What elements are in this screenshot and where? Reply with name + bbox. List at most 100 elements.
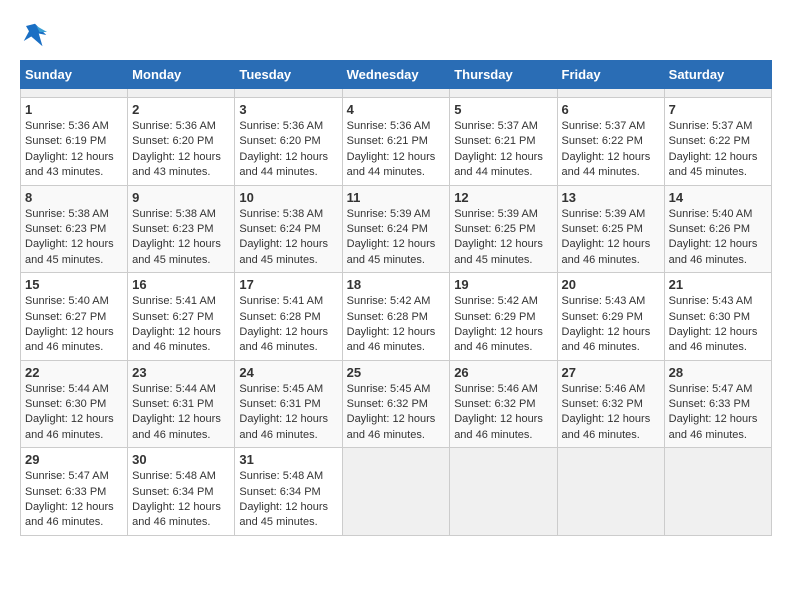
calendar-cell: 11 Sunrise: 5:39 AM Sunset: 6:24 PM Dayl…: [342, 185, 450, 273]
day-number: 31: [239, 452, 337, 467]
day-info: Sunrise: 5:38 AM Sunset: 6:23 PM Dayligh…: [25, 207, 123, 269]
day-info: Sunrise: 5:39 AM Sunset: 6:25 PM Dayligh…: [562, 207, 660, 269]
weekday-header-sunday: Sunday: [21, 61, 128, 89]
calendar-cell: 22 Sunrise: 5:44 AM Sunset: 6:30 PM Dayl…: [21, 360, 128, 448]
calendar-cell: [235, 89, 342, 98]
day-info: Sunrise: 5:41 AM Sunset: 6:27 PM Dayligh…: [132, 294, 230, 356]
weekday-header-monday: Monday: [128, 61, 235, 89]
day-info: Sunrise: 5:37 AM Sunset: 6:22 PM Dayligh…: [562, 119, 660, 181]
weekday-header-friday: Friday: [557, 61, 664, 89]
calendar-cell: 28 Sunrise: 5:47 AM Sunset: 6:33 PM Dayl…: [664, 360, 771, 448]
day-info: Sunrise: 5:42 AM Sunset: 6:28 PM Dayligh…: [347, 294, 446, 356]
calendar-week-5: 22 Sunrise: 5:44 AM Sunset: 6:30 PM Dayl…: [21, 360, 772, 448]
calendar-cell: 25 Sunrise: 5:45 AM Sunset: 6:32 PM Dayl…: [342, 360, 450, 448]
day-number: 5: [454, 102, 552, 117]
day-number: 27: [562, 365, 660, 380]
day-number: 30: [132, 452, 230, 467]
day-number: 6: [562, 102, 660, 117]
day-info: Sunrise: 5:39 AM Sunset: 6:24 PM Dayligh…: [347, 207, 446, 269]
calendar-cell: 17 Sunrise: 5:41 AM Sunset: 6:28 PM Dayl…: [235, 273, 342, 361]
day-info: Sunrise: 5:40 AM Sunset: 6:27 PM Dayligh…: [25, 294, 123, 356]
day-info: Sunrise: 5:38 AM Sunset: 6:24 PM Dayligh…: [239, 207, 337, 269]
calendar-cell: 26 Sunrise: 5:46 AM Sunset: 6:32 PM Dayl…: [450, 360, 557, 448]
calendar-week-6: 29 Sunrise: 5:47 AM Sunset: 6:33 PM Dayl…: [21, 448, 772, 536]
calendar-cell: [21, 89, 128, 98]
day-info: Sunrise: 5:45 AM Sunset: 6:31 PM Dayligh…: [239, 382, 337, 444]
day-info: Sunrise: 5:38 AM Sunset: 6:23 PM Dayligh…: [132, 207, 230, 269]
calendar-week-4: 15 Sunrise: 5:40 AM Sunset: 6:27 PM Dayl…: [21, 273, 772, 361]
day-number: 4: [347, 102, 446, 117]
day-info: Sunrise: 5:36 AM Sunset: 6:19 PM Dayligh…: [25, 119, 123, 181]
calendar-cell: [450, 89, 557, 98]
day-number: 20: [562, 277, 660, 292]
calendar-cell: 29 Sunrise: 5:47 AM Sunset: 6:33 PM Dayl…: [21, 448, 128, 536]
day-number: 11: [347, 190, 446, 205]
day-info: Sunrise: 5:48 AM Sunset: 6:34 PM Dayligh…: [132, 469, 230, 531]
calendar-week-2: 1 Sunrise: 5:36 AM Sunset: 6:19 PM Dayli…: [21, 98, 772, 186]
day-number: 28: [669, 365, 767, 380]
day-number: 2: [132, 102, 230, 117]
calendar-cell: 18 Sunrise: 5:42 AM Sunset: 6:28 PM Dayl…: [342, 273, 450, 361]
calendar-cell: 14 Sunrise: 5:40 AM Sunset: 6:26 PM Dayl…: [664, 185, 771, 273]
day-number: 19: [454, 277, 552, 292]
logo: [20, 20, 54, 50]
calendar-cell: [128, 89, 235, 98]
day-number: 3: [239, 102, 337, 117]
day-info: Sunrise: 5:43 AM Sunset: 6:30 PM Dayligh…: [669, 294, 767, 356]
weekday-header-row: SundayMondayTuesdayWednesdayThursdayFrid…: [21, 61, 772, 89]
header: [20, 20, 772, 50]
day-info: Sunrise: 5:37 AM Sunset: 6:22 PM Dayligh…: [669, 119, 767, 181]
day-info: Sunrise: 5:46 AM Sunset: 6:32 PM Dayligh…: [454, 382, 552, 444]
day-number: 14: [669, 190, 767, 205]
day-number: 16: [132, 277, 230, 292]
calendar-table: SundayMondayTuesdayWednesdayThursdayFrid…: [20, 60, 772, 536]
day-info: Sunrise: 5:48 AM Sunset: 6:34 PM Dayligh…: [239, 469, 337, 531]
weekday-header-tuesday: Tuesday: [235, 61, 342, 89]
calendar-cell: 23 Sunrise: 5:44 AM Sunset: 6:31 PM Dayl…: [128, 360, 235, 448]
day-info: Sunrise: 5:37 AM Sunset: 6:21 PM Dayligh…: [454, 119, 552, 181]
calendar-cell: 6 Sunrise: 5:37 AM Sunset: 6:22 PM Dayli…: [557, 98, 664, 186]
logo-icon: [20, 20, 50, 50]
day-number: 24: [239, 365, 337, 380]
calendar-cell: 2 Sunrise: 5:36 AM Sunset: 6:20 PM Dayli…: [128, 98, 235, 186]
calendar-week-3: 8 Sunrise: 5:38 AM Sunset: 6:23 PM Dayli…: [21, 185, 772, 273]
calendar-cell: 8 Sunrise: 5:38 AM Sunset: 6:23 PM Dayli…: [21, 185, 128, 273]
day-info: Sunrise: 5:47 AM Sunset: 6:33 PM Dayligh…: [25, 469, 123, 531]
day-number: 13: [562, 190, 660, 205]
calendar-cell: 21 Sunrise: 5:43 AM Sunset: 6:30 PM Dayl…: [664, 273, 771, 361]
day-number: 7: [669, 102, 767, 117]
day-info: Sunrise: 5:39 AM Sunset: 6:25 PM Dayligh…: [454, 207, 552, 269]
calendar-cell: 12 Sunrise: 5:39 AM Sunset: 6:25 PM Dayl…: [450, 185, 557, 273]
calendar-cell: 24 Sunrise: 5:45 AM Sunset: 6:31 PM Dayl…: [235, 360, 342, 448]
calendar-cell: 20 Sunrise: 5:43 AM Sunset: 6:29 PM Dayl…: [557, 273, 664, 361]
day-info: Sunrise: 5:40 AM Sunset: 6:26 PM Dayligh…: [669, 207, 767, 269]
calendar-cell: [664, 89, 771, 98]
calendar-cell: [450, 448, 557, 536]
calendar-cell: 1 Sunrise: 5:36 AM Sunset: 6:19 PM Dayli…: [21, 98, 128, 186]
day-number: 12: [454, 190, 552, 205]
calendar-cell: 19 Sunrise: 5:42 AM Sunset: 6:29 PM Dayl…: [450, 273, 557, 361]
day-number: 18: [347, 277, 446, 292]
calendar-cell: [664, 448, 771, 536]
day-info: Sunrise: 5:36 AM Sunset: 6:20 PM Dayligh…: [132, 119, 230, 181]
day-number: 22: [25, 365, 123, 380]
day-info: Sunrise: 5:43 AM Sunset: 6:29 PM Dayligh…: [562, 294, 660, 356]
day-number: 29: [25, 452, 123, 467]
calendar-cell: 31 Sunrise: 5:48 AM Sunset: 6:34 PM Dayl…: [235, 448, 342, 536]
calendar-cell: 15 Sunrise: 5:40 AM Sunset: 6:27 PM Dayl…: [21, 273, 128, 361]
day-number: 10: [239, 190, 337, 205]
calendar-cell: 30 Sunrise: 5:48 AM Sunset: 6:34 PM Dayl…: [128, 448, 235, 536]
day-number: 21: [669, 277, 767, 292]
day-info: Sunrise: 5:42 AM Sunset: 6:29 PM Dayligh…: [454, 294, 552, 356]
calendar-cell: [557, 448, 664, 536]
day-number: 23: [132, 365, 230, 380]
calendar-cell: [557, 89, 664, 98]
day-number: 26: [454, 365, 552, 380]
calendar-cell: 16 Sunrise: 5:41 AM Sunset: 6:27 PM Dayl…: [128, 273, 235, 361]
day-number: 1: [25, 102, 123, 117]
day-info: Sunrise: 5:44 AM Sunset: 6:30 PM Dayligh…: [25, 382, 123, 444]
calendar-cell: 7 Sunrise: 5:37 AM Sunset: 6:22 PM Dayli…: [664, 98, 771, 186]
calendar-cell: 9 Sunrise: 5:38 AM Sunset: 6:23 PM Dayli…: [128, 185, 235, 273]
calendar-cell: 13 Sunrise: 5:39 AM Sunset: 6:25 PM Dayl…: [557, 185, 664, 273]
day-number: 17: [239, 277, 337, 292]
